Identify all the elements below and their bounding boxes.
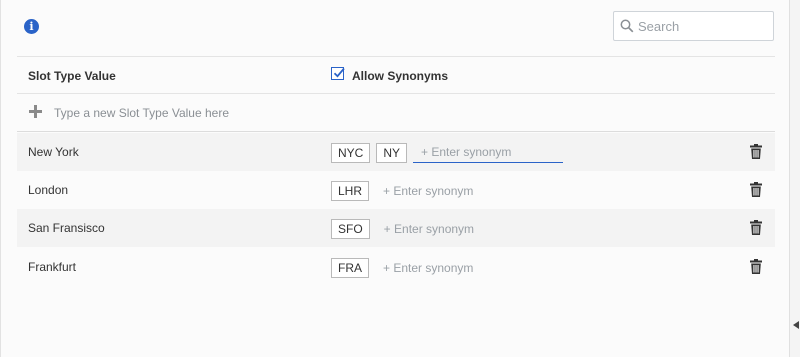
slot-value-name[interactable]: Frankfurt [28, 260, 76, 274]
synonyms-cell: FRA [331, 257, 525, 278]
synonym-input[interactable] [413, 142, 564, 163]
new-slot-value-input[interactable] [54, 103, 454, 123]
allow-synonyms-label[interactable]: Allow Synonyms [352, 69, 448, 83]
slot-type-value-header: Slot Type Value [28, 69, 116, 83]
synonym-chip[interactable]: SFO [331, 218, 370, 239]
synonym-chip[interactable]: NY [376, 142, 408, 163]
trash-icon[interactable] [750, 182, 762, 197]
synonym-chip[interactable]: LHR [331, 180, 370, 201]
trash-icon[interactable] [750, 220, 762, 235]
checkmark-icon [333, 67, 345, 78]
trash-icon[interactable] [750, 259, 762, 274]
synonyms-cell: LHR [331, 180, 526, 201]
slot-type-editor-panel: i Slot Type Value Allow Synonyms New Yor… [0, 0, 791, 357]
synonym-input[interactable] [375, 257, 525, 278]
table-header: Slot Type Value Allow Synonyms [17, 56, 775, 94]
synonym-input[interactable] [375, 218, 526, 239]
info-icon[interactable]: i [24, 19, 39, 34]
search-icon [620, 19, 634, 33]
synonyms-cell: NYC NY [331, 142, 564, 163]
slot-value-name[interactable]: San Fransisco [28, 221, 105, 235]
collapse-arrow-icon[interactable] [793, 321, 799, 329]
slot-value-name[interactable]: London [28, 183, 68, 197]
new-value-row [17, 94, 775, 132]
synonym-chip[interactable]: FRA [331, 257, 369, 278]
table-row: London LHR [17, 171, 775, 209]
search-box[interactable] [613, 11, 774, 41]
slot-value-name[interactable]: New York [28, 145, 79, 159]
allow-synonyms-checkbox[interactable] [331, 67, 345, 80]
table-row: San Fransisco SFO [17, 209, 775, 247]
trash-icon[interactable] [750, 144, 762, 159]
synonyms-cell: SFO [331, 218, 526, 239]
synonym-chip[interactable]: NYC [331, 142, 371, 163]
synonym-input[interactable] [375, 180, 526, 201]
search-input[interactable] [638, 15, 768, 37]
plus-icon[interactable] [29, 105, 42, 118]
side-panel-edge [789, 0, 800, 357]
table-row: Frankfurt FRA [17, 248, 775, 286]
table-row: New York NYC NY [17, 133, 775, 171]
